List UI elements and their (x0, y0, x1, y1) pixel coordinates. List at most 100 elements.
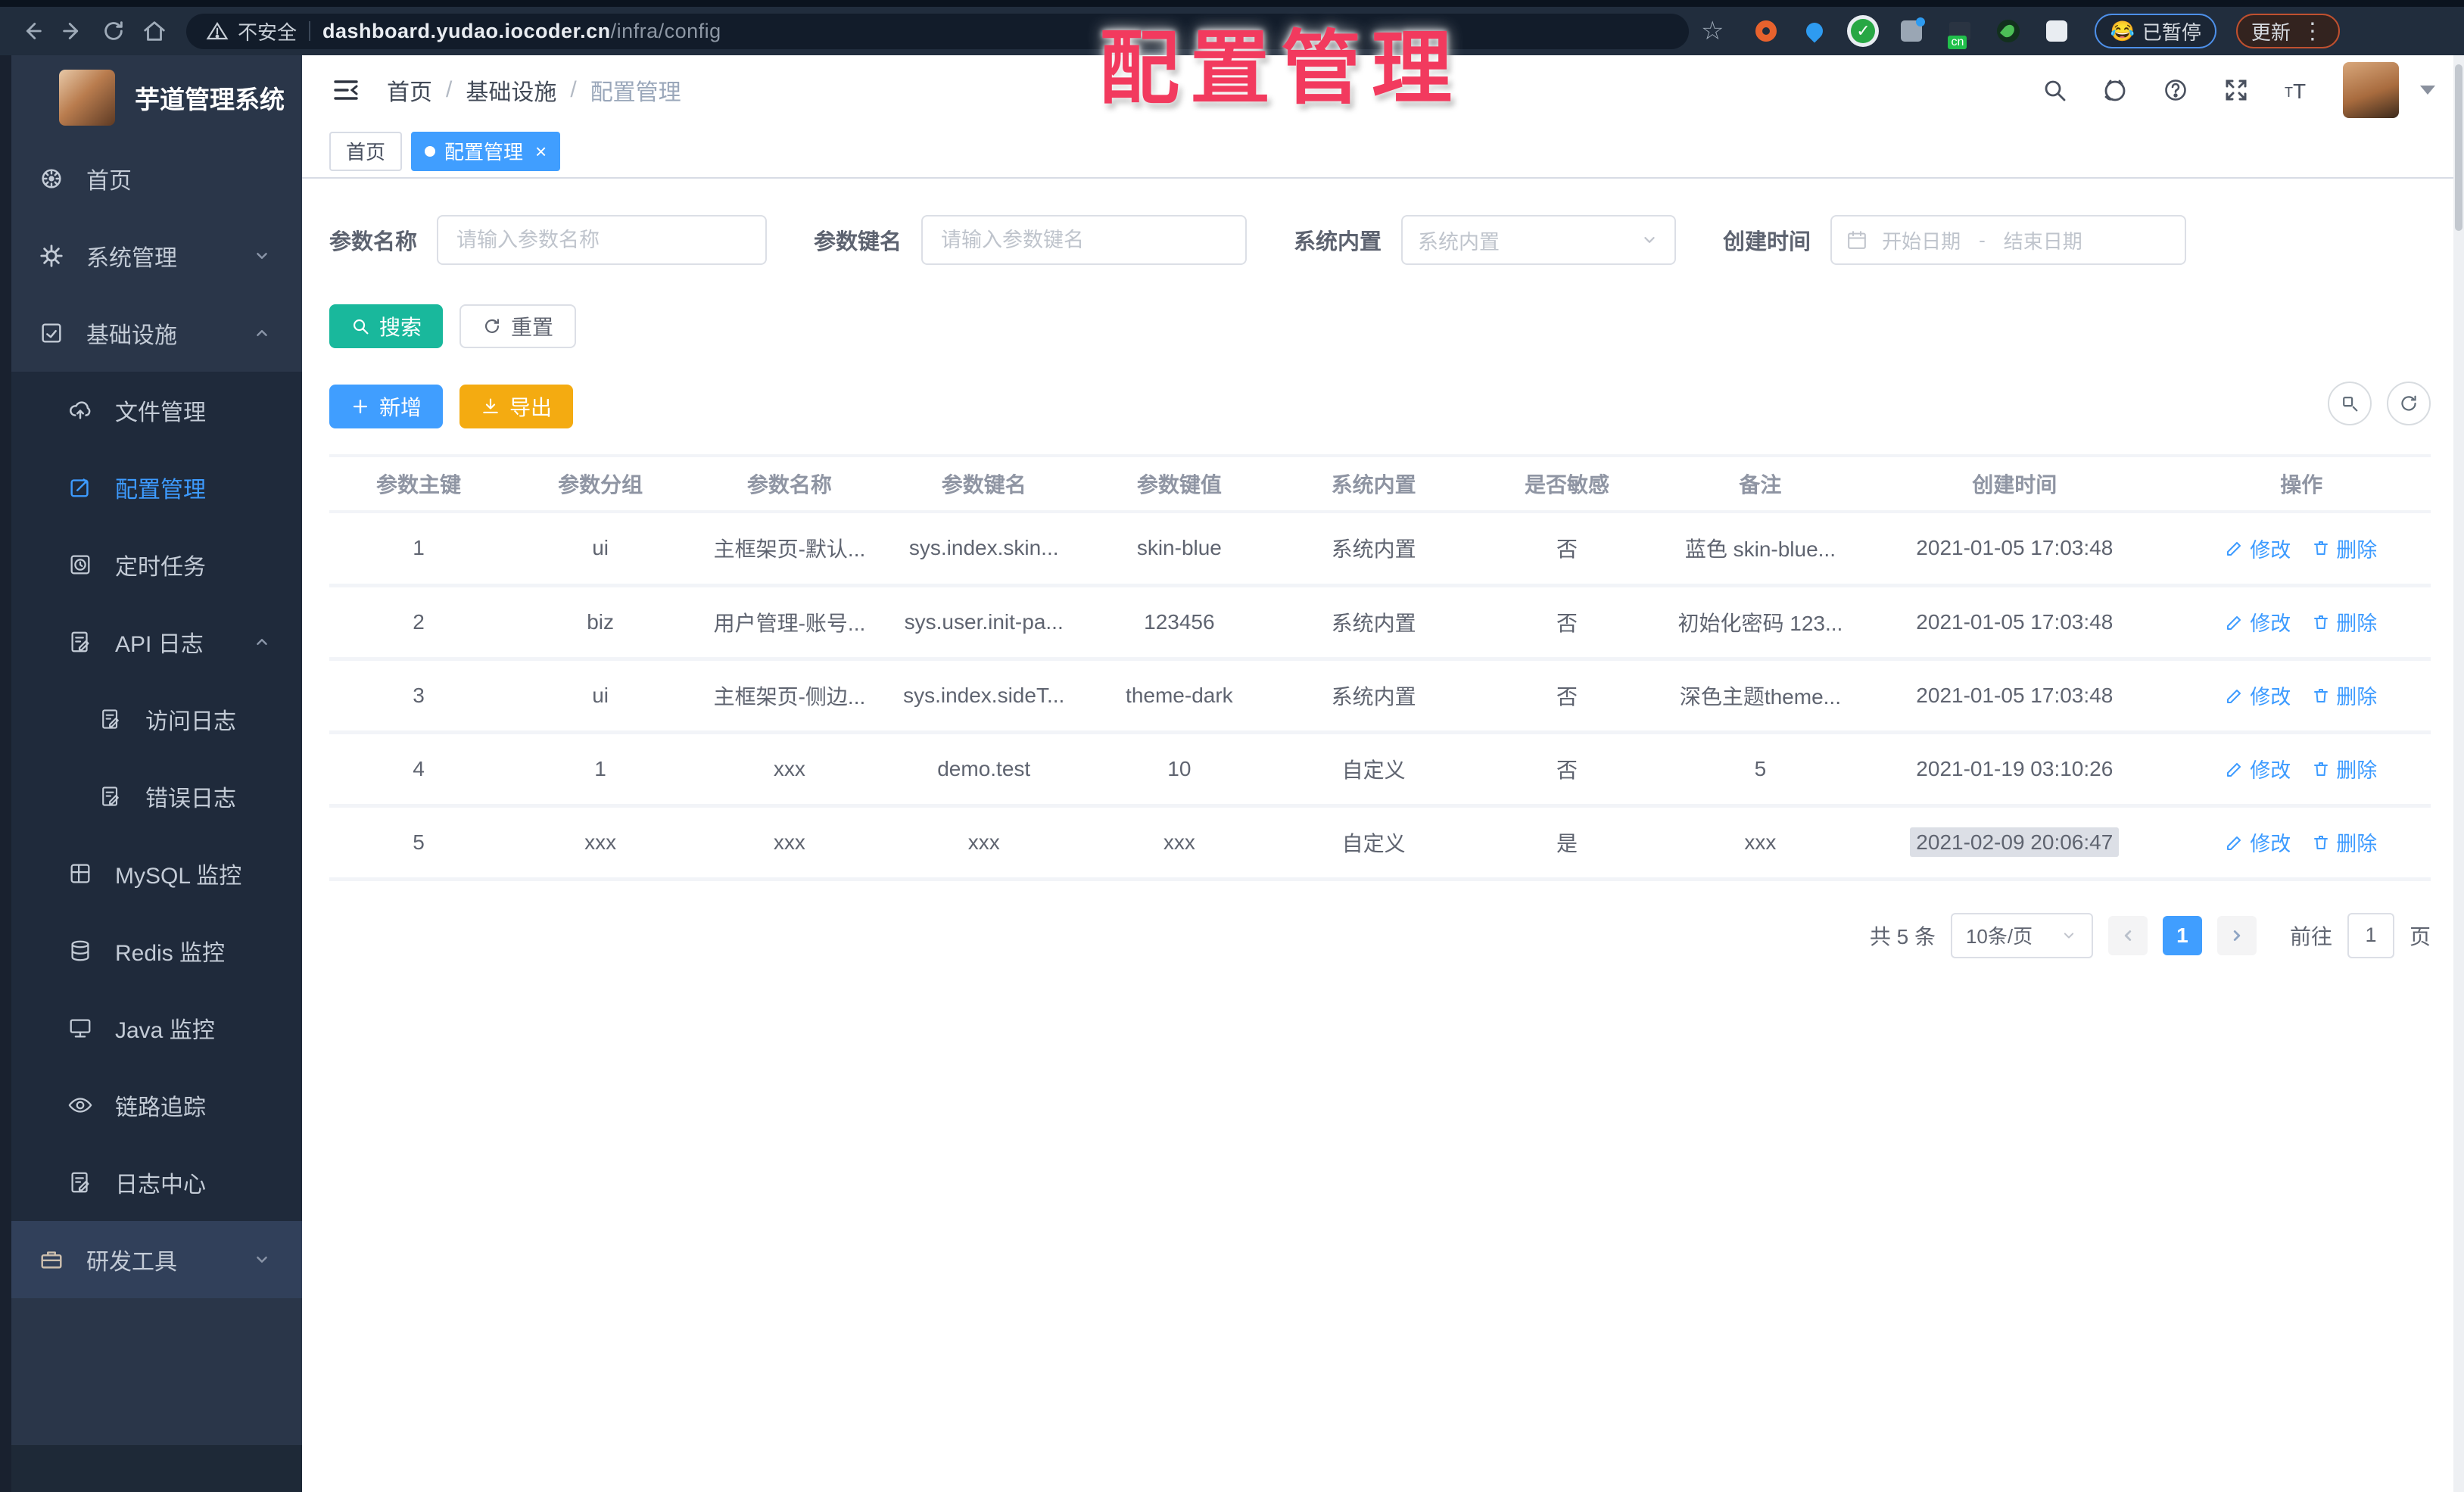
java-icon (67, 1014, 94, 1042)
refresh-table-button[interactable] (2387, 382, 2431, 425)
page-scrollbar[interactable] (2453, 55, 2464, 1492)
export-button[interactable]: 导出 (459, 385, 574, 428)
toolbox-icon (38, 1246, 65, 1273)
create-time-label: 创建时间 (1723, 230, 1811, 254)
help-icon[interactable] (2161, 76, 2190, 104)
extension-check-icon[interactable]: ✓ (1848, 16, 1878, 46)
sidebar-item-mysql-monitor[interactable]: MySQL 监控 (11, 835, 302, 912)
extension-cn-icon[interactable] (1945, 16, 1975, 46)
profile-emoji: 😂 (2110, 19, 2135, 42)
profile-paused-badge[interactable]: 😂 已暂停 (2095, 14, 2216, 48)
param-key-input[interactable] (921, 215, 1248, 265)
sidebar-item-java-monitor[interactable]: Java 监控 (11, 989, 302, 1067)
system-built-in-select[interactable]: 系统内置 (1401, 215, 1677, 265)
goto-page-input[interactable] (2347, 912, 2394, 958)
breadcrumb-home[interactable]: 首页 (387, 73, 432, 107)
home-nav-icon[interactable] (138, 14, 171, 48)
sidebar-item-log-center[interactable]: 日志中心 (11, 1144, 302, 1221)
delete-link[interactable]: 删除 (2312, 754, 2377, 783)
breadcrumb-infrastructure[interactable]: 基础设施 (466, 73, 556, 107)
delete-link[interactable]: 删除 (2312, 534, 2377, 563)
delete-link[interactable]: 删除 (2312, 607, 2377, 637)
reload-icon[interactable] (97, 14, 130, 48)
extension-leaf-icon[interactable] (1993, 16, 2023, 46)
sidebar-item-infrastructure[interactable]: 基础设施 (11, 294, 302, 372)
delete-link[interactable]: 删除 (2312, 681, 2377, 710)
prev-page-button[interactable] (2107, 915, 2148, 955)
extension-orange-icon[interactable] (1751, 16, 1781, 46)
browser-menu-icon[interactable]: ⋮ (2301, 18, 2325, 45)
sidebar-item-scheduled-jobs[interactable]: 定时任务 (11, 526, 302, 603)
sidebar-item-tracing[interactable]: 链路追踪 (11, 1067, 302, 1144)
add-button[interactable]: 新增 (329, 385, 444, 428)
edit-icon (2227, 615, 2241, 630)
search-button[interactable]: 搜索 (329, 304, 444, 348)
tab-label: 首页 (346, 141, 386, 164)
edit-link[interactable]: 修改 (2226, 681, 2291, 710)
sidebar-item-api-logs[interactable]: API 日志 (11, 603, 302, 681)
address-bar[interactable]: 不安全 dashboard.yudao.iocoder.cn/infra/con… (186, 13, 1689, 49)
total-count: 共 5 条 (1869, 924, 1936, 948)
browser-update-button[interactable]: 更新 ⋮ (2235, 14, 2340, 48)
app-logo (59, 70, 115, 126)
sidebar-item-config-management[interactable]: 配置管理 (11, 449, 302, 526)
reset-button[interactable]: 重置 (459, 304, 577, 348)
cell-param-id: 5 (329, 805, 508, 881)
extension-gray-icon[interactable] (1896, 16, 1927, 46)
app-logo-row[interactable]: 芋道管理系统 (11, 55, 302, 140)
pagination: 共 5 条 10条/页 1 前往 页 (329, 912, 2431, 958)
cell-param-key: sys.index.skin... (886, 512, 1082, 587)
cell-param-group: ui (507, 512, 693, 587)
error-log-icon (97, 783, 124, 810)
tab-config-management[interactable]: 配置管理 × (411, 131, 561, 171)
date-range-picker[interactable]: 开始日期 - 结束日期 (1830, 215, 2187, 265)
menu-fold-icon[interactable] (331, 75, 361, 105)
edit-link[interactable]: 修改 (2226, 754, 2291, 783)
sidebar-item-dev-tools[interactable]: 研发工具 (11, 1221, 302, 1298)
table-header-row: 参数主键 参数分组 参数名称 参数键名 参数键值 系统内置 是否敏感 备注 创建… (329, 454, 2431, 513)
fullscreen-icon[interactable] (2222, 76, 2251, 104)
sidebar-item-system[interactable]: 系统管理 (11, 217, 302, 294)
table-row: 2 biz 用户管理-账号... sys.user.init-pa... 123… (329, 585, 2431, 661)
current-page-button[interactable]: 1 (2162, 915, 2202, 955)
config-table: 参数主键 参数分组 参数名称 参数键名 参数键值 系统内置 是否敏感 备注 创建… (329, 454, 2431, 881)
edit-link[interactable]: 修改 (2226, 607, 2291, 637)
cell-param-value: xxx (1081, 805, 1277, 881)
edit-icon (2227, 836, 2241, 850)
tab-close-icon[interactable]: × (535, 142, 547, 161)
toggle-search-button[interactable] (2328, 382, 2372, 425)
security-status[interactable]: 不安全 (206, 17, 297, 45)
page-size-select[interactable]: 10条/页 (1950, 912, 2093, 958)
tab-home[interactable]: 首页 (329, 131, 403, 171)
extension-pin-icon[interactable] (1799, 16, 1830, 46)
sidebar-item-redis-monitor[interactable]: Redis 监控 (11, 912, 302, 989)
sidebar-item-home[interactable]: 首页 (11, 140, 302, 217)
avatar-dropdown-caret-icon[interactable] (2420, 86, 2435, 95)
forward-icon[interactable] (56, 14, 89, 48)
sidebar-item-error-logs[interactable]: 错误日志 (11, 758, 302, 835)
scrollbar-thumb[interactable] (2455, 64, 2462, 231)
sidebar-item-access-logs[interactable]: 访问日志 (11, 681, 302, 758)
schedule-icon (67, 551, 94, 578)
github-icon[interactable] (2101, 76, 2129, 104)
cell-built-in: 系统内置 (1276, 659, 1471, 734)
url-text: dashboard.yudao.iocoder.cn/infra/config (322, 20, 721, 43)
extension-puzzle-icon[interactable] (2042, 16, 2072, 46)
sidebar-item-label: 配置管理 (115, 478, 206, 503)
search-icon[interactable] (2040, 76, 2069, 104)
back-icon[interactable] (15, 14, 48, 48)
col-sensitive: 是否敏感 (1470, 454, 1664, 513)
refresh-icon (485, 319, 500, 333)
bookmark-star-icon[interactable]: ☆ (1701, 16, 1724, 46)
user-avatar[interactable] (2343, 62, 2399, 118)
font-size-icon[interactable]: TT (2282, 76, 2311, 104)
sidebar-item-file-management[interactable]: 文件管理 (11, 372, 302, 449)
cell-built-in: 系统内置 (1276, 585, 1471, 661)
edit-link[interactable]: 修改 (2226, 534, 2291, 563)
refresh-icon (2401, 395, 2416, 411)
param-name-input[interactable] (437, 215, 768, 265)
delete-link[interactable]: 删除 (2312, 827, 2377, 857)
cell-param-id: 4 (329, 732, 508, 808)
edit-link[interactable]: 修改 (2226, 827, 2291, 857)
next-page-button[interactable] (2216, 915, 2257, 955)
